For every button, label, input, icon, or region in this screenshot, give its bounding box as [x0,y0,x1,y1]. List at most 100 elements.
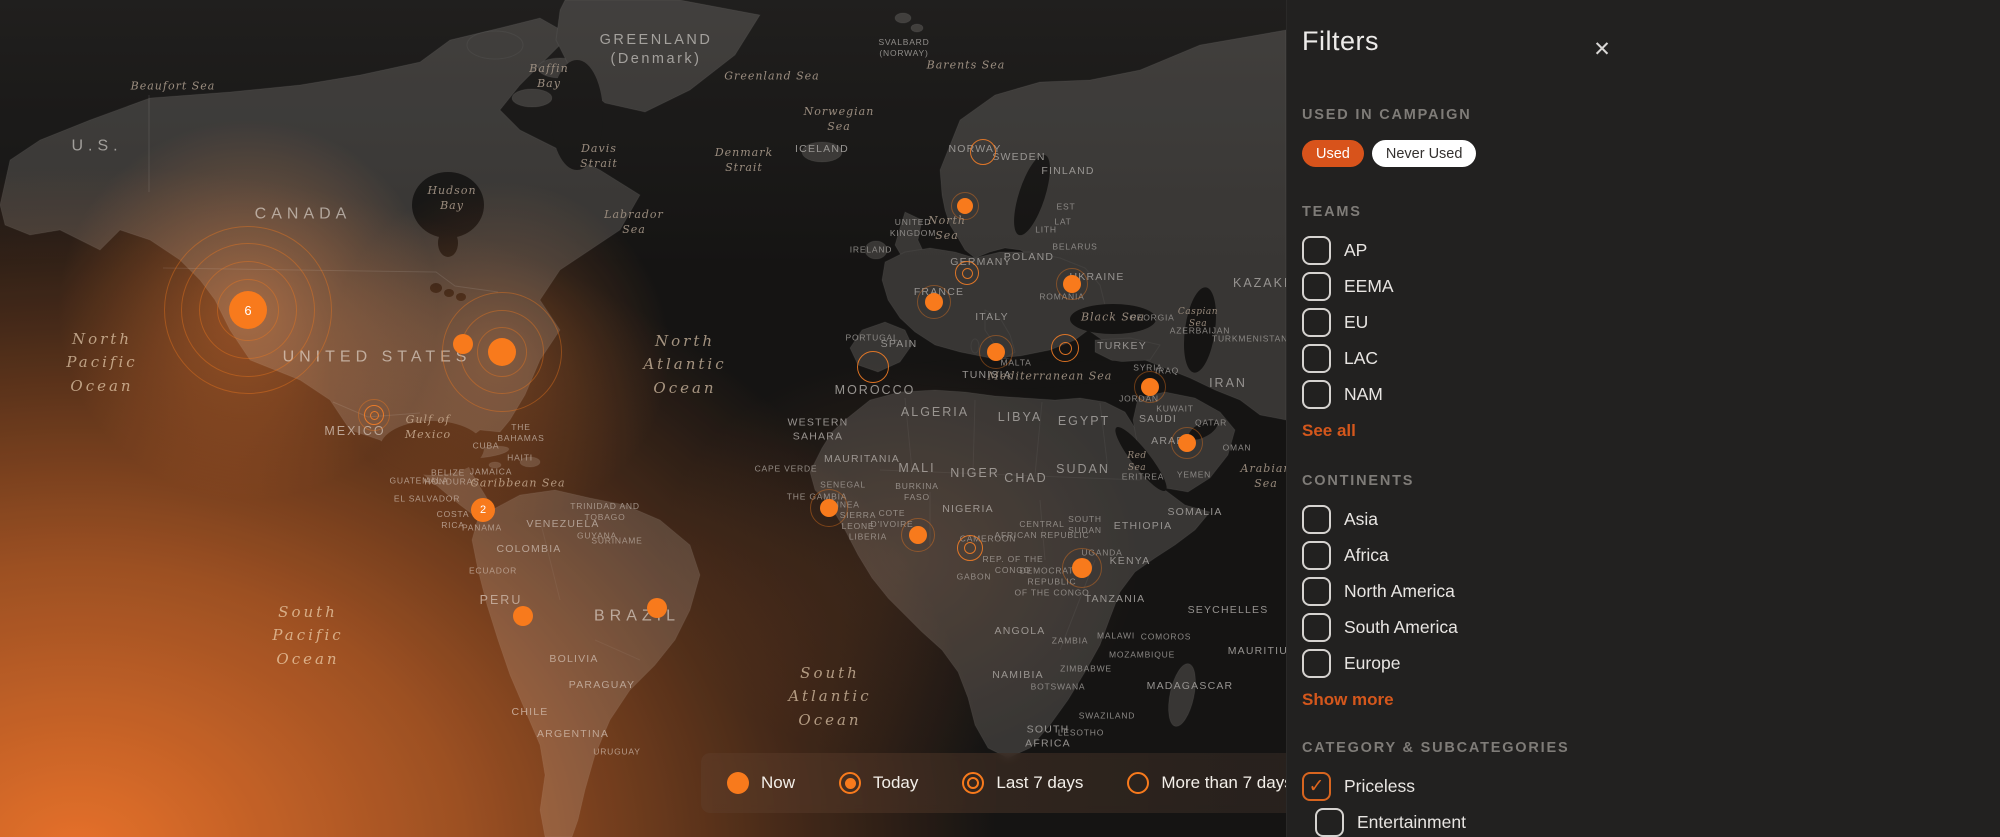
checkbox-row: North America [1302,577,2000,606]
pill-never-used[interactable]: Never Used [1372,140,1477,167]
marker-core [1178,434,1196,452]
legend-label: More than 7 days ago [1161,773,1286,793]
eu-checkbox[interactable] [1302,308,1331,337]
event-marker-now[interactable] [820,499,838,517]
cluster-marker[interactable]: 2 [471,498,495,522]
event-marker-now[interactable] [925,293,943,311]
map-legend: Now Today Last 7 days More than 7 days ago [701,753,1286,813]
panel-title: Filters [1302,26,2000,57]
ap-checkbox[interactable] [1302,236,1331,265]
close-icon[interactable]: ✕ [1587,34,1617,64]
event-marker-ring[interactable] [955,261,979,285]
marker-core [820,499,838,517]
used-pill-group: Used Never Used [1302,140,2000,167]
checkbox-row: AP [1302,236,2000,265]
event-marker-now[interactable] [1178,434,1196,452]
priceless-checkbox[interactable]: ✓ [1302,772,1331,801]
marker-core [647,598,667,618]
event-marker-now[interactable] [1072,558,1092,578]
checkbox-label: Europe [1344,653,1400,674]
event-marker-ring[interactable] [1051,334,1079,362]
marker-inner-ring [1059,342,1072,355]
marker-inner-ring [962,268,973,279]
legend-label: Last 7 days [996,773,1083,793]
africa-checkbox[interactable] [1302,541,1331,570]
checkbox-row: Africa [1302,541,2000,570]
marker-core [957,198,973,214]
marker-core: 6 [229,291,267,329]
see-all-link[interactable]: See all [1302,421,1356,441]
event-marker-now[interactable] [1063,275,1081,293]
nam-checkbox[interactable] [1302,380,1331,409]
marker-core [513,606,533,626]
legend-oring-icon [1127,772,1149,794]
event-marker-ring[interactable] [364,405,384,425]
marker-core [987,343,1005,361]
marker-core [957,535,983,561]
marker-core [955,261,979,285]
event-marker-now[interactable] [513,606,533,626]
section-categories: CATEGORY & SUBCATEGORIES [1302,740,2000,756]
section-used-in-campaign: USED IN CAMPAIGN [1302,107,2000,123]
cluster-count: 6 [244,303,251,318]
app-window: U.S.CANADAUNITED STATESMEXICOGREENLAND (… [0,0,2000,837]
checkbox-row: NAM [1302,380,2000,409]
checkbox-label: South America [1344,617,1458,638]
north-america-checkbox[interactable] [1302,577,1331,606]
marker-core [1051,334,1079,362]
checkbox-label: Priceless [1344,776,1415,797]
checkbox-label: AP [1344,240,1367,261]
teams-checkbox-list: AP EEMA EU LAC NAM [1302,236,2000,409]
marker-core [857,351,889,383]
lac-checkbox[interactable] [1302,344,1331,373]
check-icon: ✓ [1309,777,1325,796]
legend-label: Today [873,773,918,793]
checkbox-label: EEMA [1344,276,1394,297]
map-markers-layer: 62 [0,0,1286,837]
section-continents: CONTINENTS [1302,473,2000,489]
marker-core [1072,558,1092,578]
event-marker-ring[interactable] [857,351,889,383]
event-marker-now[interactable] [909,526,927,544]
world-map[interactable]: U.S.CANADAUNITED STATESMEXICOGREENLAND (… [0,0,1286,837]
event-marker-now[interactable] [987,343,1005,361]
event-marker-ring[interactable] [970,139,996,165]
pill-used[interactable]: Used [1302,140,1364,167]
checkbox-label: EU [1344,312,1368,333]
cluster-marker[interactable]: 6 [229,291,267,329]
event-marker-now[interactable] [488,338,516,366]
asia-checkbox[interactable] [1302,505,1331,534]
legend-dring-icon [962,772,984,794]
marker-core [488,338,516,366]
checkbox-row: South America [1302,613,2000,642]
marker-core [1063,275,1081,293]
checkbox-label: Entertainment [1357,812,1466,833]
event-marker-now[interactable] [647,598,667,618]
legend-label: Now [761,773,795,793]
checkbox-row: ✓ Priceless [1302,772,2000,801]
checkbox-label: LAC [1344,348,1378,369]
marker-core [970,139,996,165]
checkbox-row: EU [1302,308,2000,337]
event-marker-now[interactable] [957,198,973,214]
europe-checkbox[interactable] [1302,649,1331,678]
legend-item-today: Today [839,772,918,794]
checkbox-row: Asia [1302,505,2000,534]
checkbox-label: NAM [1344,384,1383,405]
legend-ringdot-icon [839,772,861,794]
event-marker-ring[interactable] [957,535,983,561]
filters-panel: Filters ✕ USED IN CAMPAIGN Used Never Use… [1286,0,2000,837]
marker-core [925,293,943,311]
event-marker-now[interactable] [1141,378,1159,396]
continents-checkbox-list: Asia Africa North America South America Euro… [1302,505,2000,678]
section-teams: TEAMS [1302,204,2000,220]
categories-checkbox-list: ✓ Priceless Entertainment [1302,772,2000,837]
marker-core [364,405,384,425]
legend-item-now: Now [727,772,795,794]
south-america-checkbox[interactable] [1302,613,1331,642]
eema-checkbox[interactable] [1302,272,1331,301]
checkbox-row: EEMA [1302,272,2000,301]
entertainment-checkbox[interactable] [1315,808,1344,837]
marker-core [1141,378,1159,396]
show-more-link[interactable]: Show more [1302,690,1394,710]
